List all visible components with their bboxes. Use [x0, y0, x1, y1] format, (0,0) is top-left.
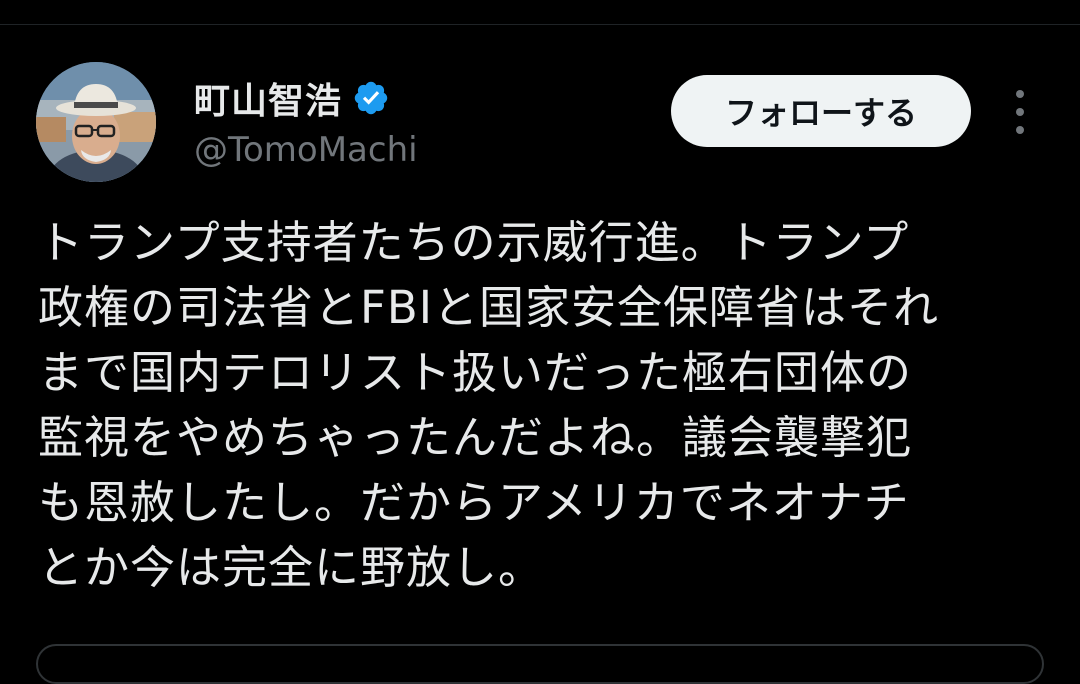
avatar[interactable]	[36, 62, 156, 182]
top-divider	[0, 24, 1080, 25]
verified-badge-icon	[352, 79, 390, 117]
tweet-text-line: トランプ支持者たちの示威行進。トランプ	[38, 216, 910, 269]
tweet-text-line: まで国内テロリスト扱いだった極右団体の	[38, 346, 913, 399]
tweet-text-line: 政権の司法省とFBIと国家安全保障省はそれ	[38, 281, 940, 334]
media-card-edge[interactable]	[36, 644, 1044, 684]
tweet-text-line: とか今は完全に野放し。	[38, 541, 545, 594]
avatar-photo	[36, 62, 156, 182]
follow-button[interactable]: フォローする	[671, 75, 971, 147]
more-dot	[1016, 90, 1024, 98]
tweet-text: トランプ支持者たちの示威行進。トランプ 政権の司法省とFBIと国家安全保障省はそ…	[38, 210, 1048, 600]
tweet-text-line: も恩赦したし。だからアメリカでネオナチ	[38, 476, 910, 529]
display-name[interactable]: 町山智浩	[194, 72, 342, 124]
tweet-header: 町山智浩 @TomoMachi フォローする	[36, 62, 1046, 184]
more-dot	[1016, 108, 1024, 116]
more-dot	[1016, 126, 1024, 134]
author-names: 町山智浩 @TomoMachi	[194, 72, 418, 170]
more-vertical-icon[interactable]	[1006, 90, 1034, 134]
display-name-row[interactable]: 町山智浩	[194, 72, 418, 124]
user-handle[interactable]: @TomoMachi	[194, 130, 418, 170]
tweet-text-line: 監視をやめちゃったんだよね。議会襲撃犯	[38, 411, 913, 464]
